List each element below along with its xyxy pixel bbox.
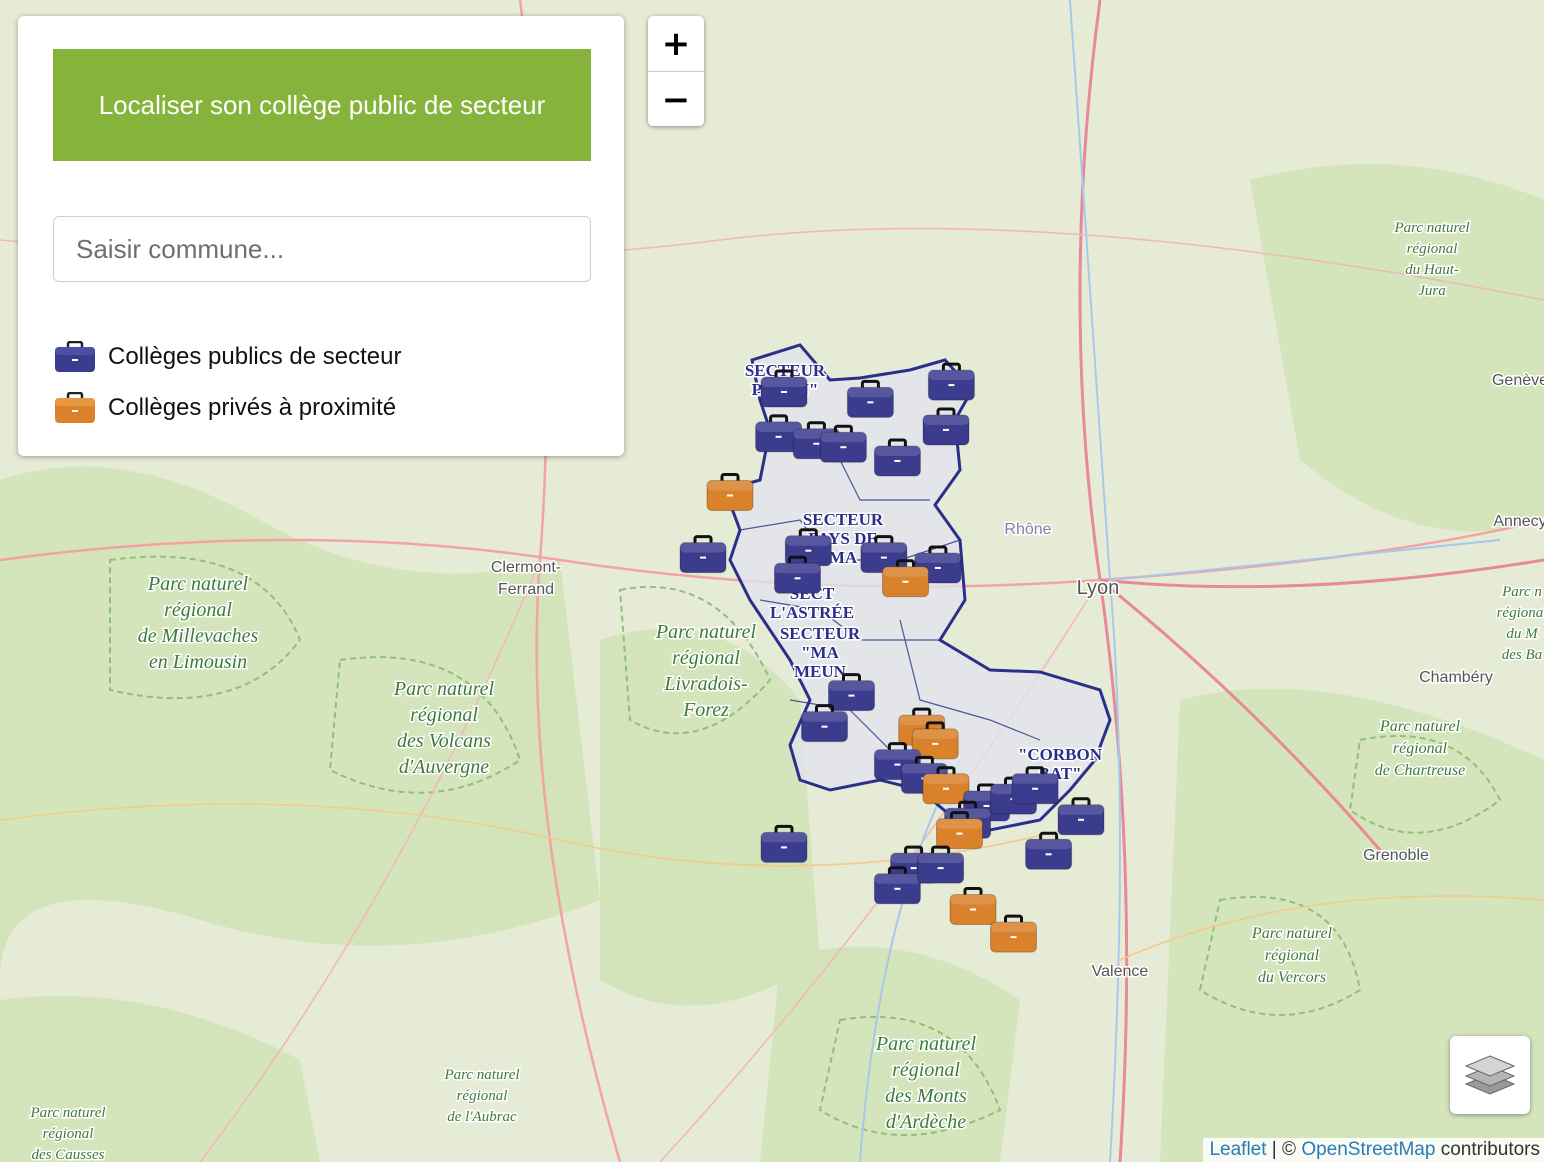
legend-label-private: Collèges privés à proximité xyxy=(108,394,397,421)
leaflet-link[interactable]: Leaflet xyxy=(1209,1139,1266,1160)
park-label: régional xyxy=(1497,605,1544,621)
locate-college-button[interactable]: Localiser son collège public de secteur xyxy=(53,49,591,161)
park-label: de Millevaches xyxy=(138,625,259,647)
park-label: Parc n xyxy=(1501,584,1542,600)
park-label: des Ba xyxy=(1502,647,1542,663)
briefcase-private-icon xyxy=(55,392,95,423)
sector-label: L'ASTRÉE xyxy=(770,603,854,622)
place-label: Clermont- xyxy=(491,559,561,576)
legend-label-public: Collèges publics de secteur xyxy=(108,343,402,370)
sector-label: SECTEUR xyxy=(803,510,884,529)
park-label: Parc naturel xyxy=(1393,220,1469,236)
place-label: Annecy xyxy=(1493,513,1544,530)
attribution-suffix: contributors xyxy=(1435,1139,1540,1160)
park-label: régional xyxy=(672,647,740,669)
park-label: Forez xyxy=(682,699,729,721)
sector-label: MEUN xyxy=(794,662,847,681)
openstreetmap-link[interactable]: OpenStreetMap xyxy=(1301,1139,1435,1160)
attribution-separator: | © xyxy=(1266,1139,1302,1160)
park-label: du Haut- xyxy=(1405,262,1459,278)
park-label: régional xyxy=(43,1126,94,1142)
park-label: régional xyxy=(457,1088,508,1104)
map-attribution: Leaflet | © OpenStreetMap contributors xyxy=(1203,1138,1544,1162)
sector-label: "CORBON xyxy=(1018,745,1103,764)
place-label: Genève xyxy=(1492,372,1544,389)
sector-label: SECTEUR xyxy=(780,624,861,643)
park-label: du Vercors xyxy=(1258,969,1326,986)
place-label: Grenoble xyxy=(1363,847,1429,864)
park-label: de Chartreuse xyxy=(1375,762,1466,779)
commune-search-input[interactable] xyxy=(53,216,591,282)
park-label: Jura xyxy=(1418,283,1446,299)
legend-item-private: Collèges privés à proximité xyxy=(54,392,396,424)
layers-button[interactable] xyxy=(1450,1036,1530,1114)
search-panel: Localiser son collège public de secteur … xyxy=(18,16,624,456)
place-label: Ferrand xyxy=(498,581,554,598)
park-label: Parc naturel xyxy=(875,1033,977,1055)
park-label: des Monts xyxy=(885,1085,967,1107)
park-label: Parc naturel xyxy=(393,678,495,700)
sector-label: MA xyxy=(829,548,858,567)
park-label: régional xyxy=(1265,947,1320,964)
park-label: régional xyxy=(164,599,232,621)
park-label: régional xyxy=(410,704,478,726)
park-label: régional xyxy=(892,1059,960,1081)
park-label: des Causses xyxy=(32,1147,105,1162)
park-label: des Volcans xyxy=(397,730,491,752)
park-label: Parc naturel xyxy=(1379,718,1461,735)
park-label: d'Ardèche xyxy=(886,1111,966,1133)
zoom-out-button[interactable]: − xyxy=(648,71,704,126)
park-label: Livradois- xyxy=(663,673,747,695)
sector-label: "MA xyxy=(801,643,839,662)
layers-icon xyxy=(1464,1055,1516,1095)
place-label: Valence xyxy=(1092,963,1149,980)
legend-item-public: Collèges publics de secteur xyxy=(54,341,402,373)
park-label: Parc naturel xyxy=(443,1067,519,1083)
briefcase-public-icon xyxy=(55,341,95,372)
park-label: Parc naturel xyxy=(655,621,757,643)
park-label: de l'Aubrac xyxy=(447,1109,517,1125)
zoom-control: + − xyxy=(648,16,704,126)
park-label: Parc naturel xyxy=(29,1105,105,1121)
park-label: Parc naturel xyxy=(147,573,249,595)
place-label: Lyon xyxy=(1077,577,1120,599)
park-label: du M xyxy=(1506,626,1539,642)
place-label: Chambéry xyxy=(1419,669,1493,686)
zoom-in-button[interactable]: + xyxy=(648,16,704,71)
place-label: Rhône xyxy=(1004,521,1051,538)
park-label: régional xyxy=(1393,740,1448,757)
park-label: d'Auvergne xyxy=(399,756,489,778)
park-label: en Limousin xyxy=(149,651,247,673)
park-label: régional xyxy=(1407,241,1458,257)
park-label: Parc naturel xyxy=(1251,925,1333,942)
